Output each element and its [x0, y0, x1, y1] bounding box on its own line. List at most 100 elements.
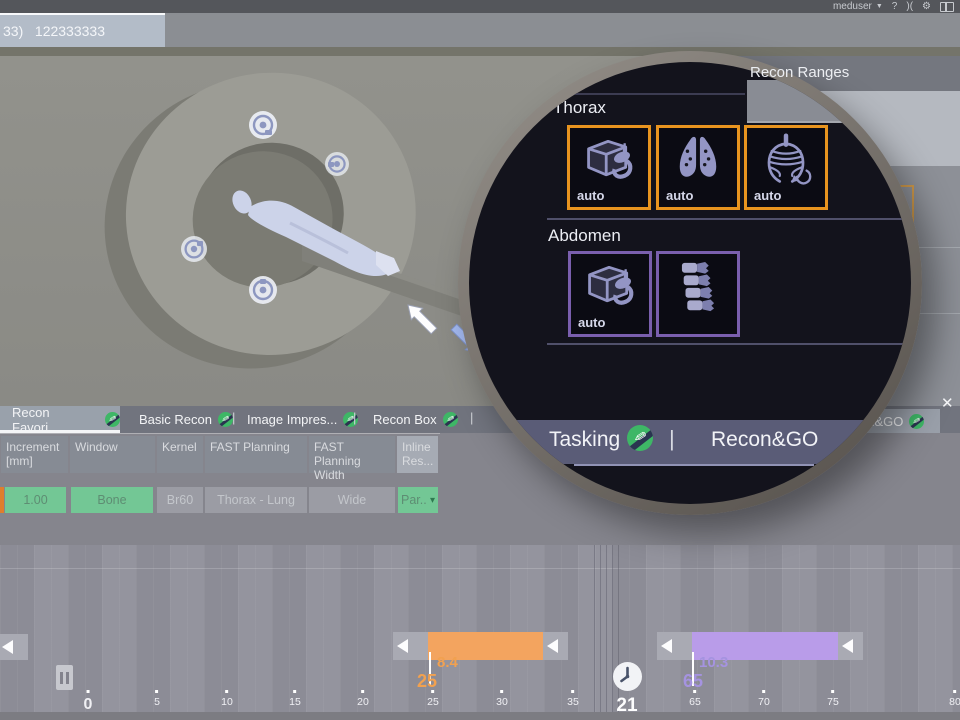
recon-range-1-start-handle[interactable] — [393, 632, 428, 660]
ruler-tick: 65 — [689, 690, 701, 708]
col-header-fast-planning-width: FAST Planning Width — [309, 436, 395, 473]
table-top-border — [0, 433, 440, 434]
tab-separator: | — [232, 410, 235, 425]
ruler-tick: 75 — [827, 690, 839, 708]
ruler-tick: 30 — [496, 690, 508, 708]
ruler-tick: 5 — [154, 690, 160, 708]
edit-pencil-icon: ✎ — [105, 412, 120, 427]
tab-recon-favorites[interactable]: Recon Favori... ✎ — [0, 406, 120, 433]
auto-label: auto — [578, 315, 605, 330]
auto-label: auto — [754, 188, 781, 203]
tab-label: Recon Box — [373, 412, 437, 427]
cell-fast-planning[interactable]: Thorax - Lung — [205, 487, 307, 513]
layout-icon[interactable] — [940, 2, 954, 12]
cell-fast-planning-width[interactable]: Wide — [309, 487, 395, 513]
magnified-panel-edge-line — [747, 121, 911, 123]
patient-tab-label: 33) 122333333 — [3, 23, 105, 39]
timeline-gridline — [600, 545, 601, 712]
tab-label: Image Impres... — [247, 412, 337, 427]
edit-pencil-icon: ✎ — [909, 414, 924, 429]
ruler-tick: 0 — [84, 690, 93, 714]
magnifier-lens: Thorax auto — [458, 51, 922, 515]
recon-range-2-start-handle[interactable] — [657, 632, 692, 660]
tab-tasking-magnified[interactable]: Tasking — [549, 428, 620, 452]
abdomen-range-spine-button[interactable] — [656, 251, 740, 337]
cube-organs-icon — [581, 259, 639, 316]
col-header-kernel: Kernel — [157, 436, 203, 473]
spine-icon — [673, 259, 723, 320]
section-divider — [547, 343, 911, 345]
tab-recon-box[interactable]: Recon Box ✎ — [373, 406, 458, 433]
ct-scanner-illustration — [90, 55, 510, 390]
ruler-tick: 80 — [949, 690, 960, 708]
ruler-tick: 15 — [289, 690, 301, 708]
ruler-tick: 35 — [567, 690, 579, 708]
application-window: meduser ▼ ? )( ⚙ 33) 122333333 — [0, 0, 960, 720]
timeline-divider — [0, 568, 960, 569]
tab-image-impression[interactable]: Image Impres... ✎ — [247, 406, 358, 433]
recon-range-2-end-handle[interactable] — [838, 632, 863, 660]
tab-label: Basic Recon — [139, 412, 212, 427]
pause-button[interactable] — [56, 665, 73, 690]
chevron-down-icon: ▼ — [876, 3, 883, 10]
scan-range-timeline — [0, 545, 960, 712]
timeline-gridline — [606, 545, 607, 712]
tab-recon-go-magnified[interactable]: Recon&GO — [711, 428, 818, 452]
magnifier-content: Thorax auto — [469, 62, 911, 504]
col-header-window: Window — [70, 436, 155, 473]
top-titlebar — [0, 0, 960, 13]
user-menu[interactable]: meduser ▼ — [833, 1, 883, 12]
cell-increment[interactable]: 1.00 — [5, 487, 66, 513]
magnified-tabband — [469, 420, 911, 464]
timeline-left-marker[interactable] — [0, 634, 28, 660]
cell-kernel[interactable]: Br60 — [157, 487, 203, 513]
close-icon[interactable]: ✕ — [941, 394, 954, 412]
ruler-tick: 20 — [357, 690, 369, 708]
magnified-tab-underline — [574, 464, 814, 466]
col-header-inline-res: Inline Res... — [397, 436, 438, 473]
cube-organs-icon — [580, 133, 638, 190]
col-header-fast-planning: FAST Planning — [205, 436, 307, 473]
ruler-tick: 70 — [758, 690, 770, 708]
titlebar-controls: meduser ▼ ? )( ⚙ — [833, 0, 954, 13]
recon-range-2-start: 65 — [683, 671, 703, 692]
magnified-header-line — [487, 93, 745, 95]
lungs-icon — [671, 133, 725, 186]
magnified-header-area — [469, 62, 577, 92]
thorax-range-lung-button[interactable]: auto — [656, 125, 740, 210]
edit-pencil-icon: ✎ — [627, 425, 653, 451]
ruler-tick: 25 — [427, 690, 439, 708]
edit-pencil-icon: ✎ — [856, 425, 882, 451]
thorax-section-title: Thorax — [553, 98, 606, 118]
edit-pencil-icon: ✎ — [218, 412, 233, 427]
cell-window[interactable]: Bone — [71, 487, 153, 513]
ruler-tick: 10 — [221, 690, 233, 708]
edit-pencil-icon: ✎ — [443, 412, 458, 427]
abdomen-section-title: Abdomen — [548, 226, 621, 246]
timeline-gridline — [594, 545, 595, 712]
gear-icon[interactable]: ⚙ — [922, 0, 931, 13]
cell-inline-res-dropdown[interactable]: Par... ▾ — [398, 487, 438, 513]
clock-icon — [613, 662, 642, 691]
magnified-panel-edge — [747, 80, 911, 122]
recon-ranges-title: Recon Ranges — [750, 64, 849, 81]
patient-tab[interactable]: 33) 122333333 — [0, 13, 165, 47]
tab-separator: | — [669, 426, 675, 452]
ribcage-icon — [758, 133, 814, 190]
thorax-range-parenchyma-button[interactable]: auto — [567, 125, 651, 210]
section-divider — [547, 218, 911, 220]
row-selection-marker — [0, 487, 4, 513]
collapse-icon[interactable]: )( — [906, 0, 913, 13]
auto-label: auto — [666, 188, 693, 203]
recon-range-1-start: 25 — [417, 671, 437, 692]
col-header-increment: Increment [mm] — [1, 436, 68, 473]
recon-range-2-length: 10.3 — [699, 654, 728, 671]
tab-basic-recon[interactable]: Basic Recon ✎ — [139, 406, 233, 433]
recon-range-1-end-handle[interactable] — [543, 632, 568, 660]
dropdown-arrow-icon: ▾ — [430, 495, 435, 506]
tab-separator: | — [353, 410, 356, 425]
abdomen-range-parenchyma-button[interactable]: auto — [568, 251, 652, 337]
help-icon[interactable]: ? — [892, 0, 898, 13]
thorax-range-ribs-button[interactable]: auto — [744, 125, 828, 210]
bottom-strip — [0, 712, 960, 720]
